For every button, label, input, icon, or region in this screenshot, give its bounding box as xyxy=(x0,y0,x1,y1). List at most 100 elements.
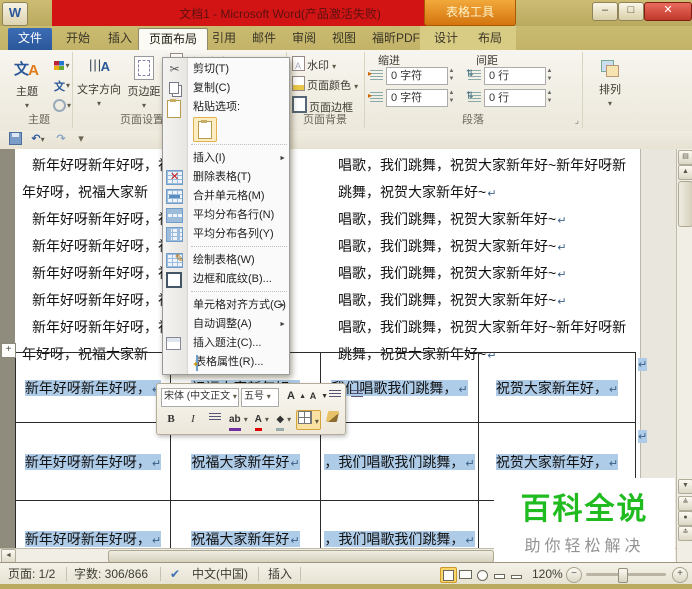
space-after-input[interactable]: 0 行 xyxy=(484,89,546,107)
full-screen-reading-view-button[interactable] xyxy=(457,567,474,583)
context-menu-item[interactable]: 插入(I) ► xyxy=(163,149,289,168)
print-layout-view-button[interactable] xyxy=(440,567,457,583)
grow-font-button[interactable]: A ▲ xyxy=(281,387,306,407)
context-menu-item[interactable]: 合并单元格(M) xyxy=(163,187,289,206)
scroll-left-icon[interactable]: ◄ xyxy=(1,549,16,562)
draft-view-button[interactable] xyxy=(508,567,525,583)
space-before-input[interactable]: 0 行 xyxy=(484,67,546,85)
context-menu-item[interactable]: 删除表格(T) xyxy=(163,168,289,187)
ribbon-group-arrange: 排列 ▾ xyxy=(582,52,638,128)
decrease-indent-icon[interactable] xyxy=(325,387,345,407)
watermark-icon xyxy=(292,56,305,76)
context-menu-item[interactable]: 自动调整(A) ► xyxy=(163,315,289,334)
horizontal-scroll-thumb[interactable] xyxy=(108,550,494,562)
context-menu-item[interactable]: 绘制表格(W) xyxy=(163,251,289,270)
table-context-menu: 剪切(T)复制(C)粘贴选项:插入(I)►删除表格(T)合并单元格(M)平均分布… xyxy=(162,57,290,375)
zoom-out-icon[interactable]: − xyxy=(566,567,582,583)
space-before-spinner[interactable]: ▲ ▼ xyxy=(544,67,555,85)
shading-button[interactable]: ◆ ▾ xyxy=(274,410,294,431)
indent-right-input[interactable]: 0 字符 xyxy=(386,89,448,107)
context-menu-item[interactable]: 插入题注(C)... xyxy=(163,334,289,353)
tab-6[interactable]: 审阅 xyxy=(282,28,326,50)
indent-right-spinner[interactable]: ▲ ▼ xyxy=(446,89,457,107)
outline-view-button[interactable] xyxy=(491,567,508,583)
web-layout-view-button[interactable] xyxy=(474,567,491,583)
word-count[interactable]: 字数: 306/866 xyxy=(74,566,148,582)
zoom-in-icon[interactable]: + xyxy=(672,567,688,583)
word-app-icon[interactable]: W xyxy=(2,2,28,26)
borders-button[interactable]: ▾ xyxy=(295,410,321,430)
bold-button[interactable]: B xyxy=(161,410,181,430)
context-menu-item[interactable]: 复制(C) xyxy=(163,79,289,98)
tab-2[interactable]: 插入 xyxy=(98,28,142,50)
increase-indent-icon[interactable] xyxy=(347,387,367,407)
context-menu-item[interactable]: 单元格对齐方式(G) ► xyxy=(163,296,289,315)
scroll-up-icon[interactable]: ▲ xyxy=(678,165,692,180)
insert-mode-indicator[interactable]: 插入 xyxy=(268,566,292,582)
zoom-slider-thumb[interactable] xyxy=(618,568,628,583)
maximize-button[interactable]: □ xyxy=(618,2,644,21)
paste-option-row xyxy=(163,116,289,142)
redo-button[interactable]: ↷ xyxy=(52,132,70,147)
ruler-toggle-icon[interactable]: ▤ xyxy=(678,150,692,165)
tab-4[interactable]: 引用 xyxy=(202,28,246,50)
tab-8[interactable]: 福昕PDF xyxy=(362,28,430,50)
theme-colors-button[interactable]: ▾ xyxy=(50,56,74,75)
table-cell[interactable]: 新年好呀新年好呀，↵ xyxy=(15,422,171,501)
watermark-button[interactable]: 水印 ▾ xyxy=(292,56,336,76)
context-menu-item[interactable]: 边框和底纹(B)... xyxy=(163,270,289,289)
contextual-tab-1[interactable]: 设计 xyxy=(424,28,468,50)
page-indicator[interactable]: 页面: 1/2 xyxy=(8,566,55,582)
undo-button[interactable]: ↶▾ xyxy=(26,132,50,147)
text-direction-button[interactable]: 文字方向▾ xyxy=(76,54,122,109)
scroll-down-icon[interactable]: ▼ xyxy=(678,479,692,494)
indent-left-input[interactable]: 0 字符 xyxy=(386,67,448,85)
next-page-icon[interactable]: ≛ xyxy=(678,526,692,541)
italic-button[interactable]: I xyxy=(183,410,203,430)
vertical-scrollbar[interactable]: ▤ ▲ ▼ ≜ ● ≛ xyxy=(676,149,692,562)
select-browse-object-icon[interactable]: ● xyxy=(678,511,692,526)
spellcheck-status-icon[interactable]: ✔ xyxy=(170,566,180,582)
space-after-spinner[interactable]: ▲ ▼ xyxy=(544,89,555,107)
margins-button[interactable]: 页边距 ▾ xyxy=(124,54,164,111)
tab-1[interactable]: 开始 xyxy=(56,28,100,50)
ribbon-group-page-background: 水印 ▾ 页面颜色 ▾ 页面边框 页面背景 xyxy=(286,52,365,128)
font-color-button[interactable]: A ▾ xyxy=(252,410,272,431)
tab-5[interactable]: 邮件 xyxy=(242,28,286,50)
text-highlight-button[interactable]: ab ▾ xyxy=(227,410,250,431)
indent-left-spinner[interactable]: ▲ ▼ xyxy=(446,67,457,85)
format-painter-button[interactable] xyxy=(323,410,343,430)
cut-icon xyxy=(166,61,183,77)
language-indicator[interactable]: 中文(中国) xyxy=(192,566,248,582)
arrange-button[interactable]: 排列 ▾ xyxy=(592,56,628,109)
tab-file[interactable]: 文件 xyxy=(8,28,53,50)
themes-button[interactable]: 文A 主题 ▾ xyxy=(8,54,46,111)
center-align-icon[interactable] xyxy=(205,410,225,430)
qat-customize-button[interactable]: ▾ xyxy=(72,132,90,147)
font-name-select[interactable]: 宋体 (中文正文 ▾ xyxy=(161,387,239,407)
zoom-slider[interactable] xyxy=(586,568,666,583)
table-move-handle-icon[interactable]: + xyxy=(1,343,16,358)
font-size-select[interactable]: 五号 ▾ xyxy=(241,387,279,407)
page-color-button[interactable]: 页面颜色 ▾ xyxy=(292,76,358,95)
close-button[interactable]: ✕ xyxy=(644,2,692,21)
shrink-font-button[interactable]: A ▼ xyxy=(303,387,328,407)
contextual-tab-2[interactable]: 布局 xyxy=(468,28,512,50)
context-menu-item[interactable]: 剪切(T) xyxy=(163,60,289,79)
paragraph-dialog-launcher-icon[interactable]: ⌟ xyxy=(575,115,579,126)
save-button[interactable] xyxy=(6,132,24,147)
tab-3[interactable]: 页面布局 xyxy=(138,28,209,51)
theme-fonts-button[interactable]: 文 ▾ xyxy=(50,76,74,95)
table-cell[interactable]: 新年好呀新年好呀，↵ xyxy=(15,352,171,423)
previous-page-icon[interactable]: ≜ xyxy=(678,496,692,511)
context-menu-item[interactable]: 平均分布各列(Y) xyxy=(163,225,289,244)
keep-source-formatting-paste-icon[interactable] xyxy=(193,117,217,142)
draw-table-icon xyxy=(166,251,184,268)
vertical-scroll-thumb[interactable] xyxy=(678,181,692,227)
table-cell[interactable]: 祝贺大家新年好，↵ xyxy=(478,352,636,423)
minimize-button[interactable]: – xyxy=(592,2,618,21)
zoom-level[interactable]: 120% xyxy=(532,566,563,582)
context-menu-item[interactable]: 表格属性(R)... xyxy=(163,353,289,372)
tab-7[interactable]: 视图 xyxy=(322,28,366,50)
context-menu-item[interactable]: 平均分布各行(N) xyxy=(163,206,289,225)
